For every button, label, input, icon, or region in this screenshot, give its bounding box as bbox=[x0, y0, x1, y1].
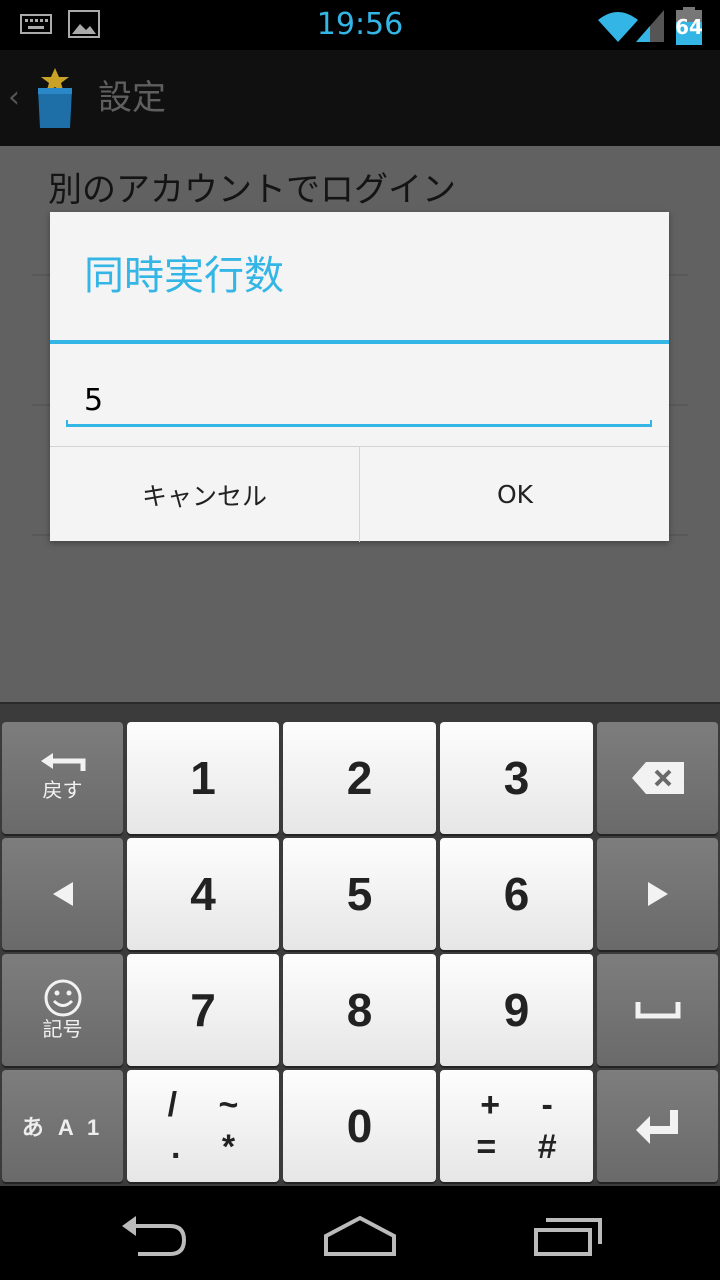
key-0[interactable]: 0 bbox=[283, 1070, 436, 1182]
enter-key[interactable] bbox=[597, 1070, 718, 1182]
wifi-icon bbox=[598, 12, 638, 42]
cancel-button[interactable]: キャンセル bbox=[50, 447, 360, 542]
pref-item-login-other-account[interactable]: 別のアカウントでログイン bbox=[48, 168, 456, 212]
sym-key-top: / ~ bbox=[167, 1086, 255, 1124]
key-2[interactable]: 2 bbox=[283, 722, 436, 834]
dialog-title-divider bbox=[50, 340, 669, 344]
left-arrow-icon bbox=[52, 882, 73, 906]
slash-tilde-dot-star-key[interactable]: / ~ . * bbox=[127, 1070, 279, 1182]
symbol-key-label: 記号 bbox=[42, 1019, 83, 1041]
dialog-title: 同時実行数 bbox=[84, 253, 284, 299]
page-title: 設定 bbox=[98, 78, 166, 118]
key-1[interactable]: 1 bbox=[127, 722, 279, 834]
key-6[interactable]: 6 bbox=[440, 838, 593, 950]
cursor-left-key[interactable] bbox=[2, 838, 123, 950]
recents-icon[interactable] bbox=[528, 1210, 608, 1258]
back-icon[interactable] bbox=[114, 1210, 194, 1258]
enter-icon bbox=[635, 1110, 678, 1144]
status-bar: 19:56 64 bbox=[0, 0, 720, 50]
navigation-bar bbox=[0, 1186, 720, 1280]
battery-level: 64 bbox=[675, 15, 703, 39]
key-9[interactable]: 9 bbox=[440, 954, 593, 1066]
cursor-right-key[interactable] bbox=[597, 838, 718, 950]
smiley-icon bbox=[44, 979, 81, 1017]
up-caret-icon[interactable]: ‹ bbox=[8, 80, 20, 116]
action-bar: ‹ 設定 bbox=[0, 50, 720, 146]
signal-icon bbox=[636, 10, 664, 42]
input-underline bbox=[66, 420, 652, 427]
backspace-key[interactable] bbox=[597, 722, 718, 834]
right-arrow-icon bbox=[647, 882, 668, 906]
op-key-top: + - bbox=[480, 1086, 569, 1124]
sym-key-bottom: . * bbox=[170, 1128, 252, 1166]
input-mode-label: あ A 1 bbox=[21, 1115, 104, 1140]
ok-button[interactable]: OK bbox=[361, 447, 669, 542]
op-key-bottom: = # bbox=[476, 1128, 573, 1166]
key-5[interactable]: 5 bbox=[283, 838, 436, 950]
space-icon bbox=[635, 1002, 680, 1019]
concurrency-dialog: 同時実行数 キャンセル OK bbox=[50, 212, 669, 542]
space-key[interactable] bbox=[597, 954, 718, 1066]
numeric-keyboard: 戻す 1 2 3 4 5 6 記号 7 8 9 あ A 1 / ~ . * 0 … bbox=[0, 702, 720, 1186]
undo-key[interactable]: 戻す bbox=[2, 722, 123, 834]
dialog-button-bar: キャンセル OK bbox=[50, 446, 669, 542]
symbol-key[interactable]: 記号 bbox=[2, 954, 123, 1066]
home-icon[interactable] bbox=[320, 1210, 400, 1258]
key-8[interactable]: 8 bbox=[283, 954, 436, 1066]
input-mode-key[interactable]: あ A 1 bbox=[2, 1070, 123, 1182]
key-7[interactable]: 7 bbox=[127, 954, 279, 1066]
undo-key-label: 戻す bbox=[42, 780, 83, 802]
backspace-icon bbox=[631, 762, 684, 794]
key-4[interactable]: 4 bbox=[127, 838, 279, 950]
undo-arrow-icon bbox=[40, 753, 85, 771]
app-icon[interactable] bbox=[32, 68, 78, 130]
key-3[interactable]: 3 bbox=[440, 722, 593, 834]
plus-minus-equals-hash-key[interactable]: + - = # bbox=[440, 1070, 593, 1182]
